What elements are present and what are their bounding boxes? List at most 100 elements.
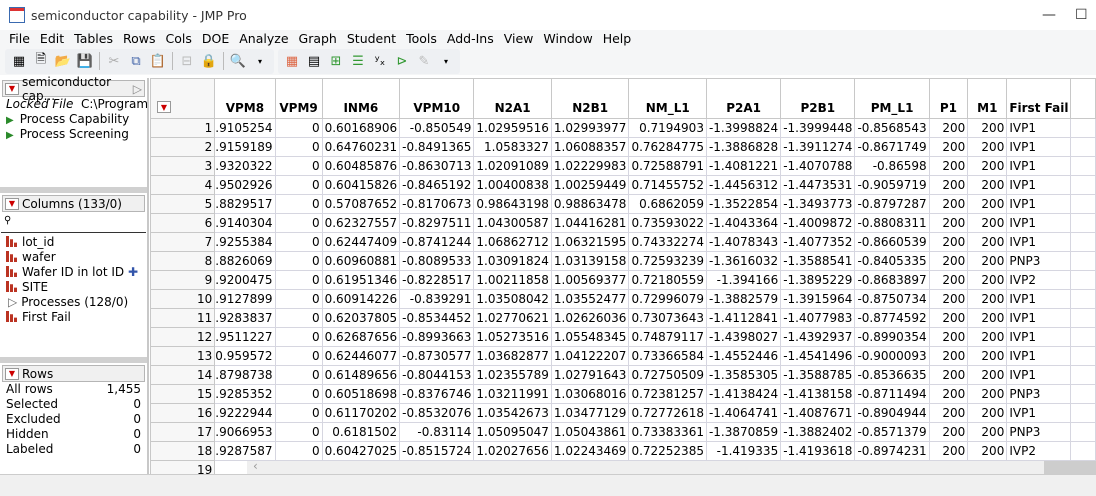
table-cell[interactable]: 0.60485876	[321, 156, 401, 176]
table-cell[interactable]: 200	[928, 327, 969, 347]
table-cell[interactable]: -1.4064741	[705, 403, 782, 423]
table-cell[interactable]: 0	[274, 384, 323, 404]
red-triangle-menu-icon[interactable]: ▼	[157, 101, 171, 113]
table-cell[interactable]: -1.3998824	[705, 118, 782, 138]
table-cell[interactable]: -1.3493773	[780, 194, 856, 214]
column-item[interactable]: Wafer ID in lot ID ✚	[0, 265, 147, 280]
expand-group-icon[interactable]: ▷	[8, 295, 17, 309]
table-cell[interactable]: 200	[928, 346, 969, 366]
table-cell[interactable]: -1.4138158	[780, 384, 856, 404]
table-cell[interactable]: IVP1	[1006, 289, 1072, 309]
table-cell[interactable]: 1.06088357	[550, 137, 630, 157]
column-header[interactable]: N2A1	[473, 78, 552, 119]
table-cell[interactable]: 1.03508042	[473, 289, 552, 309]
table-cell[interactable]: 0.73073643	[628, 308, 707, 328]
column-header[interactable]: VPM8	[214, 78, 276, 119]
table-cell[interactable]: 200	[967, 156, 1008, 176]
table-cell[interactable]: 200	[967, 251, 1008, 271]
table-cell[interactable]: 0	[274, 232, 323, 252]
table-cell[interactable]: 0.60415826	[321, 175, 401, 195]
table-cell[interactable]: -0.8515724	[399, 441, 475, 461]
table-cell[interactable]: 0.98643198	[473, 194, 552, 214]
row-number[interactable]: 16	[150, 403, 216, 423]
table-cell[interactable]: -0.8089533	[399, 251, 475, 271]
table-cell[interactable]: 0	[274, 270, 323, 290]
table-cell[interactable]: -0.8297511	[399, 213, 475, 233]
table-cell[interactable]: -1.4112841	[705, 308, 782, 328]
table-cell[interactable]: 200	[967, 346, 1008, 366]
table-cell[interactable]: .9200475	[214, 270, 276, 290]
table-cell[interactable]: 200	[967, 175, 1008, 195]
column-item[interactable]: ▷ Processes (128/0)	[0, 295, 147, 310]
table-cell[interactable]: -0.8491365	[399, 137, 475, 157]
table-cell[interactable]: 200	[928, 156, 969, 176]
menu-tools[interactable]: Tools	[406, 31, 437, 46]
table-cell[interactable]: .8826069	[214, 251, 276, 271]
column-header[interactable]: NM_L1	[628, 78, 707, 119]
lock-icon[interactable]: 🔒	[200, 52, 218, 70]
table-cell[interactable]: 1.03091824	[473, 251, 552, 271]
menu-cols[interactable]: Cols	[166, 31, 192, 46]
new-script-icon[interactable]: 🗎	[32, 52, 50, 70]
row-number[interactable]: 9	[150, 270, 216, 290]
table-cell[interactable]: .9283837	[214, 308, 276, 328]
table-cell[interactable]: -1.4043364	[705, 213, 782, 233]
table-cell[interactable]: -1.4077983	[780, 308, 856, 328]
table-cell[interactable]: 0.74879117	[628, 327, 707, 347]
table-cell[interactable]: .9255384	[214, 232, 276, 252]
table-cell[interactable]: IVP1	[1006, 346, 1072, 366]
table-cell[interactable]: 1.05095047	[473, 422, 552, 442]
table-cell[interactable]: .9287587	[214, 441, 276, 461]
table-cell[interactable]: IVP1	[1006, 403, 1072, 423]
table-cell[interactable]: 0.98863478	[550, 194, 630, 214]
script-process-screening[interactable]: ▶ Process Screening	[0, 127, 147, 142]
table-cell[interactable]: IVP2	[1006, 270, 1072, 290]
table-cell[interactable]: 200	[967, 194, 1008, 214]
expand-arrow-icon[interactable]: ▷	[133, 82, 142, 96]
table-cell[interactable]: 200	[967, 118, 1008, 138]
table-cell[interactable]: IVP1	[1006, 156, 1072, 176]
table-row[interactable]: 7.9255384 0 0.62447409 -0.8741244 1.06862712…	[150, 232, 1096, 252]
open-folder-icon[interactable]: 📂	[54, 52, 72, 70]
table-cell[interactable]: 0	[274, 422, 323, 442]
table-row[interactable]: 2.9159189 0 0.64760231 -0.8491365 1.0583327 1…	[150, 137, 1096, 157]
table-cell[interactable]: 200	[928, 194, 969, 214]
menu-addins[interactable]: Add-Ins	[447, 31, 494, 46]
table-cell[interactable]: -0.8683897	[854, 270, 930, 290]
table-row[interactable]: 13 0.959572 0 0.62446077 -0.8730577 1.0368287…	[150, 346, 1096, 366]
menu-student[interactable]: Student	[347, 31, 396, 46]
table-cell[interactable]: 0.57087652	[321, 194, 401, 214]
table-cell[interactable]: 1.02027656	[473, 441, 552, 461]
table-cell[interactable]: .9222944	[214, 403, 276, 423]
table-cell[interactable]: -0.8534452	[399, 308, 475, 328]
table-cell[interactable]: 0	[274, 365, 323, 385]
column-header[interactable]: M1	[967, 78, 1008, 119]
table-row[interactable]: 12.9511227 0 0.62687656 -0.8993663 1.0527351…	[150, 327, 1096, 347]
table-row[interactable]: 8.8826069 0 0.60960881 -0.8089533 1.03091824…	[150, 251, 1096, 271]
table-cell[interactable]: -1.3895229	[780, 270, 856, 290]
table-cell[interactable]: .9511227	[214, 327, 276, 347]
table-cell[interactable]: 1.04416281	[550, 213, 630, 233]
column-item[interactable]: SITE	[0, 280, 147, 295]
row-number[interactable]: 14	[150, 365, 216, 385]
table-cell[interactable]: .8829517	[214, 194, 276, 214]
menu-rows[interactable]: Rows	[123, 31, 156, 46]
menu-file[interactable]: File	[9, 31, 30, 46]
column-item[interactable]: lot_id	[0, 235, 147, 250]
table-cell[interactable]: 200	[928, 232, 969, 252]
table-cell[interactable]: 0.61170202	[321, 403, 401, 423]
table-cell[interactable]: 0.72996079	[628, 289, 707, 309]
table-cell[interactable]: PNP3	[1006, 422, 1072, 442]
table-cell[interactable]: -0.8797287	[854, 194, 930, 214]
column-header[interactable]: VPM9	[274, 78, 323, 119]
table-cell[interactable]: -1.4138424	[705, 384, 782, 404]
table-cell[interactable]: -1.3870859	[705, 422, 782, 442]
column-item[interactable]: wafer	[0, 250, 147, 265]
table-cell[interactable]: -1.3522854	[705, 194, 782, 214]
table-cell[interactable]: -0.8774592	[854, 308, 930, 328]
table-cell[interactable]: -0.8405335	[854, 251, 930, 271]
edit-icon[interactable]: ✎	[415, 52, 433, 70]
table-cell[interactable]: -1.4087671	[780, 403, 856, 423]
table-cell[interactable]: -1.3882579	[705, 289, 782, 309]
table-cell[interactable]: .9105254	[214, 118, 276, 138]
